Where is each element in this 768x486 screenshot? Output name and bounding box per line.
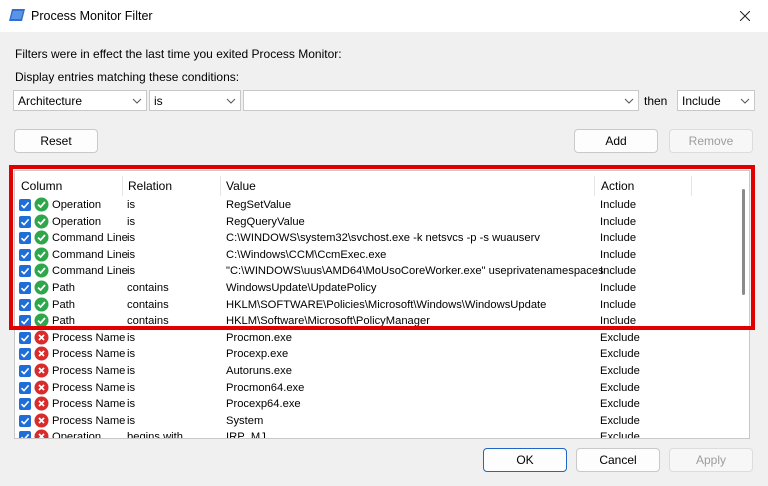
- row-relation: is: [127, 414, 136, 427]
- chevron-down-icon: [132, 98, 142, 104]
- close-button[interactable]: [722, 0, 768, 32]
- add-button[interactable]: Add: [574, 129, 658, 153]
- table-row[interactable]: Process Name is System Exclude: [15, 413, 735, 430]
- table-row[interactable]: Process Name is Procexp.exe Exclude: [15, 346, 735, 363]
- action-select[interactable]: Include: [677, 90, 755, 111]
- checkbox-checked-icon[interactable]: [19, 365, 31, 377]
- row-relation: begins with: [127, 431, 183, 439]
- then-label: then: [644, 94, 668, 108]
- apply-button[interactable]: Apply: [669, 448, 753, 472]
- row-action: Exclude: [600, 348, 640, 361]
- red-x-icon: [34, 429, 49, 438]
- row-relation: is: [127, 348, 136, 361]
- cancel-button[interactable]: Cancel: [576, 448, 660, 472]
- row-column: Process Name: [52, 348, 126, 361]
- row-column: Process Name: [52, 365, 126, 377]
- table-row[interactable]: Process Name is Autoruns.exe Exclude: [15, 363, 735, 380]
- row-relation: is: [127, 331, 136, 344]
- row-value: Procmon64.exe: [226, 381, 305, 394]
- reset-button[interactable]: Reset: [14, 129, 98, 153]
- table-row[interactable]: Operation begins with IRP_MJ_ Exclude: [15, 429, 735, 439]
- relation-select-value: is: [154, 94, 163, 108]
- row-column: Process Name: [52, 381, 126, 394]
- checkbox-checked-icon[interactable]: [19, 381, 31, 394]
- prior-filters-label: Filters were in effect the last time you…: [15, 47, 342, 61]
- row-value: Procexp.exe: [226, 348, 289, 361]
- row-relation: is: [127, 365, 136, 377]
- chevron-down-icon: [740, 98, 750, 104]
- row-value: Procexp64.exe: [226, 398, 301, 411]
- row-value: Autoruns.exe: [226, 365, 292, 377]
- close-icon: [740, 11, 750, 21]
- checkbox-checked-icon[interactable]: [19, 398, 31, 411]
- row-column: Process Name: [52, 414, 126, 427]
- column-select[interactable]: Architecture: [13, 90, 147, 111]
- red-x-icon: [34, 380, 49, 395]
- column-select-value: Architecture: [18, 94, 83, 108]
- ok-button[interactable]: OK: [483, 448, 567, 472]
- row-value: IRP_MJ_: [226, 431, 273, 439]
- row-value: System: [226, 414, 264, 427]
- row-action: Exclude: [600, 414, 640, 427]
- checkbox-checked-icon[interactable]: [19, 331, 31, 344]
- display-conditions-label: Display entries matching these condition…: [15, 70, 240, 84]
- checkbox-checked-icon[interactable]: [19, 348, 31, 361]
- table-row[interactable]: Process Name is Procmon64.exe Exclude: [15, 380, 735, 397]
- remove-button[interactable]: Remove: [669, 129, 753, 153]
- procmon-app-icon: [9, 9, 25, 21]
- row-action: Exclude: [600, 331, 640, 344]
- chevron-down-icon: [624, 98, 634, 104]
- row-value: Procmon.exe: [226, 331, 292, 344]
- table-row[interactable]: Process Name is Procmon.exe Exclude: [15, 330, 735, 347]
- row-action: Exclude: [600, 398, 640, 411]
- checkbox-checked-icon[interactable]: [19, 414, 31, 427]
- red-x-icon: [34, 330, 49, 345]
- row-column: Process Name: [52, 398, 126, 411]
- checkbox-checked-icon[interactable]: [19, 431, 31, 438]
- red-x-icon: [34, 413, 49, 428]
- row-column: Operation: [52, 431, 102, 439]
- row-column: Process Name: [52, 331, 126, 344]
- window-title: Process Monitor Filter: [31, 9, 153, 23]
- value-input[interactable]: [243, 90, 639, 111]
- row-action: Exclude: [600, 381, 640, 394]
- title-bar: Process Monitor Filter: [0, 0, 768, 32]
- row-relation: is: [127, 398, 136, 411]
- red-x-icon: [34, 346, 49, 361]
- row-action: Exclude: [600, 431, 640, 439]
- red-x-icon: [34, 396, 49, 411]
- row-relation: is: [127, 381, 136, 394]
- table-row[interactable]: Process Name is Procexp64.exe Exclude: [15, 396, 735, 413]
- red-x-icon: [34, 363, 49, 378]
- row-action: Exclude: [600, 365, 640, 377]
- action-select-value: Include: [682, 94, 721, 108]
- chevron-down-icon: [226, 98, 236, 104]
- relation-select[interactable]: is: [149, 90, 241, 111]
- red-highlight-box: [9, 165, 755, 330]
